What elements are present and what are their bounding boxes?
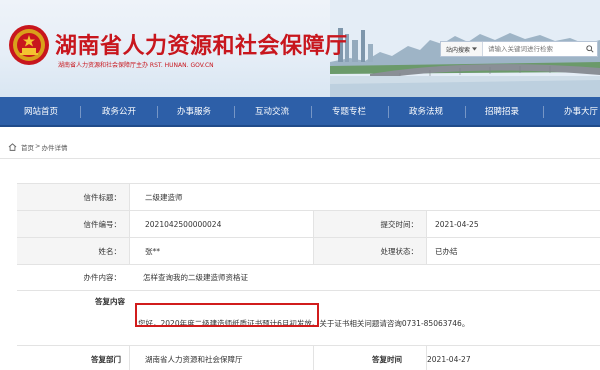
table-row: 办件内容： 怎样查询我的二级建造师资格证 xyxy=(17,265,600,291)
nav-divider xyxy=(311,106,312,118)
nav-divider xyxy=(543,106,544,118)
content-label: 办件内容： xyxy=(83,273,122,282)
reply-date-value: 2021-04-27 xyxy=(427,355,471,364)
cell-divider xyxy=(426,238,427,264)
search-scope-dropdown[interactable]: 站内搜索 xyxy=(441,42,483,56)
nav-item-interaction[interactable]: 互动交流 xyxy=(241,97,303,127)
chevron-down-icon xyxy=(472,47,477,51)
cell-divider xyxy=(129,238,130,264)
nav-divider xyxy=(80,106,81,118)
reply-dept-label: 答复部门 xyxy=(91,355,121,364)
breadcrumb-divider xyxy=(0,158,600,159)
nav-divider xyxy=(465,106,466,118)
reply-text-contact: 关于证书相关问题请咨询0731-85063746。 xyxy=(319,318,470,328)
cell-divider xyxy=(426,211,427,237)
letter-number-label: 信件编号： xyxy=(17,211,129,237)
table-row: 信件标题： 二级建造师 xyxy=(17,184,600,211)
breadcrumb-current: 办件详情 xyxy=(41,144,68,152)
table-row: 答复部门 湖南省人力资源和社会保障厅 答复时间 2021-04-27 xyxy=(17,346,600,370)
status-label: 处理状态： xyxy=(314,238,426,264)
nav-item-regulations[interactable]: 政务法规 xyxy=(395,97,457,127)
site-title: 湖南省人力资源和社会保障厅 xyxy=(55,34,348,59)
letter-title-value: 二级建造师 xyxy=(145,192,183,202)
table-row: 姓名： 张** 处理状态： 已办结 xyxy=(17,238,600,265)
table-row: 信件编号： 2021042500000024 提交时间： 2021-04-25 xyxy=(17,211,600,238)
nav-divider xyxy=(388,106,389,118)
status-value: 已办结 xyxy=(435,246,458,256)
breadcrumb-separator: > xyxy=(35,142,41,150)
letter-title-label: 信件标题： xyxy=(17,184,129,210)
site-search: 站内搜索 xyxy=(440,41,598,57)
submit-date-label: 提交时间： xyxy=(314,211,426,237)
reply-label: 答复内容 xyxy=(95,296,125,306)
breadcrumb: 首页 > 办件详情 xyxy=(8,140,67,154)
nav-item-special-topics[interactable]: 专题专栏 xyxy=(318,97,380,127)
name-label: 姓名： xyxy=(17,238,129,264)
home-icon xyxy=(8,143,17,151)
search-scope-label: 站内搜索 xyxy=(445,46,470,54)
nav-divider xyxy=(157,106,158,118)
name-value: 张** xyxy=(145,246,160,256)
nav-divider xyxy=(234,106,235,118)
site-subtitle: 湖南省人力资源和社会保障厅主办 RST. HUNAN. GOV.CN xyxy=(58,62,214,69)
cell-divider xyxy=(129,184,130,210)
breadcrumb-home-link[interactable]: 首页 xyxy=(21,142,34,152)
nav-item-home[interactable]: 网站首页 xyxy=(10,97,72,127)
search-button[interactable] xyxy=(583,42,597,56)
search-icon xyxy=(586,45,594,53)
search-input[interactable] xyxy=(483,42,583,56)
nav-item-gov-affairs[interactable]: 政务公开 xyxy=(88,97,150,127)
site-header: 湖南省人力资源和社会保障厅 湖南省人力资源和社会保障厅主办 RST. HUNAN… xyxy=(0,0,600,97)
content-value: 怎样查询我的二级建造师资格证 xyxy=(143,273,248,282)
main-nav: 网站首页 政务公开 办事服务 互动交流 专题专栏 政务法规 招聘招录 办事大厅 xyxy=(0,97,600,127)
reply-highlight-box xyxy=(135,303,319,327)
submit-date-value: 2021-04-25 xyxy=(435,219,479,229)
national-emblem-icon xyxy=(9,25,49,65)
reply-date-label: 答复时间 xyxy=(372,355,402,364)
nav-item-services[interactable]: 办事服务 xyxy=(163,97,225,127)
cell-divider xyxy=(129,346,130,370)
cell-divider xyxy=(129,211,130,237)
nav-item-recruitment[interactable]: 招聘招录 xyxy=(471,97,533,127)
nav-item-service-hall[interactable]: 办事大厅 xyxy=(550,97,600,127)
letter-detail-table: 信件标题： 二级建造师 信件编号： 2021042500000024 提交时间：… xyxy=(17,183,600,370)
